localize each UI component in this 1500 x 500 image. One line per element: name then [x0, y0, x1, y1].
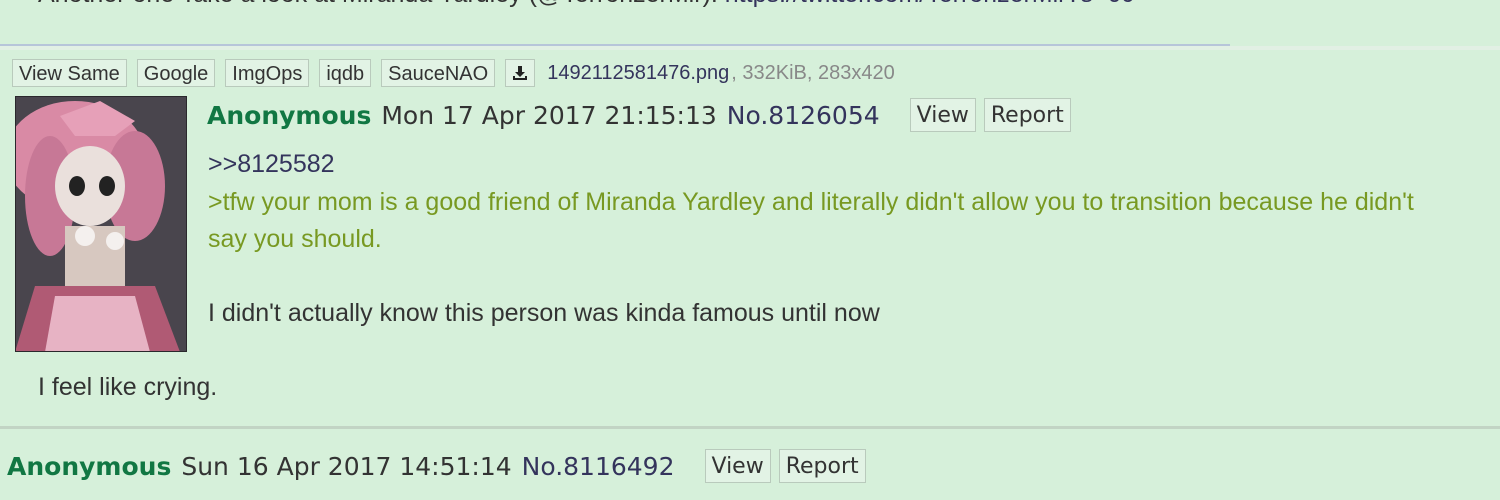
thumbnail-image — [15, 96, 187, 352]
previous-post-body: Another one Take a look at Miranda Yardl… — [38, 0, 725, 8]
google-button[interactable]: Google — [136, 59, 216, 87]
post-text-line: I didn't actually know this person was k… — [208, 299, 880, 327]
post-header: Anonymous Mon 17 Apr 2017 21:15:13 No.81… — [207, 98, 1071, 132]
download-button[interactable] — [505, 59, 536, 87]
file-bar: View Same Google ImgOps iqdb SauceNAO 14… — [12, 58, 895, 88]
iqdb-button[interactable]: iqdb — [319, 59, 372, 87]
greentext-line-2: say you should. — [208, 225, 382, 253]
previous-post: Another one Take a look at Miranda Yardl… — [0, 0, 1230, 46]
post-date: Sun 16 Apr 2017 14:51:14 — [181, 451, 512, 481]
poster-name: Anonymous — [7, 451, 172, 481]
post-date: Mon 17 Apr 2017 21:15:13 — [381, 100, 717, 130]
report-button[interactable]: Report — [983, 98, 1071, 132]
file-meta: , 332KiB, 283x420 — [731, 61, 895, 84]
download-icon — [513, 66, 528, 80]
saucenao-button[interactable]: SauceNAO — [381, 59, 496, 87]
post-number[interactable]: No.8126054 — [727, 101, 880, 130]
next-post: Anonymous Sun 16 Apr 2017 14:51:14 No.81… — [0, 429, 1500, 500]
imgops-button[interactable]: ImgOps — [225, 59, 310, 87]
previous-post-text: Another one Take a look at Miranda Yardl… — [38, 0, 1135, 9]
reply-post: View Same Google ImgOps iqdb SauceNAO 14… — [0, 50, 1500, 429]
greentext-line-1: >tfw your mom is a good friend of Mirand… — [208, 188, 1414, 216]
quote-link[interactable]: >>8125582 — [208, 150, 335, 179]
post-number[interactable]: No.8116492 — [522, 452, 675, 481]
post-thumbnail[interactable] — [15, 96, 187, 352]
view-button[interactable]: View — [909, 98, 976, 132]
post-text-line: I feel like crying. — [38, 373, 218, 401]
view-same-button[interactable]: View Same — [12, 59, 127, 87]
view-button[interactable]: View — [704, 449, 771, 483]
poster-name: Anonymous — [207, 100, 372, 130]
twitter-link[interactable]: https://twitter.com/TerrorizerMir?s=09 — [725, 0, 1136, 8]
report-button[interactable]: Report — [778, 449, 866, 483]
file-name-link[interactable]: 1492112581476.png — [547, 62, 729, 85]
post-header: Anonymous Sun 16 Apr 2017 14:51:14 No.81… — [7, 449, 866, 483]
